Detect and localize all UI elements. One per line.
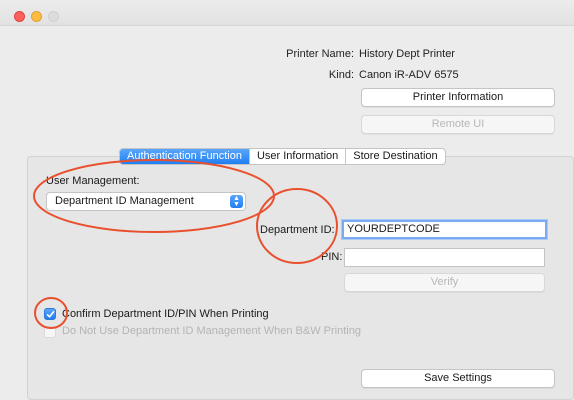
user-management-selected-value: Department ID Management xyxy=(55,195,194,207)
bw-printing-checkbox[interactable] xyxy=(44,326,56,338)
department-id-input[interactable]: YOURDEPTCODE xyxy=(342,220,547,239)
confirm-department-id-label: Confirm Department ID/PIN When Printing xyxy=(62,308,269,320)
checkmark-icon xyxy=(46,311,55,318)
printer-kind-label: Kind: xyxy=(328,69,354,81)
confirm-department-id-checkbox[interactable] xyxy=(44,308,56,320)
printer-name-label: Printer Name: xyxy=(286,48,354,60)
department-id-label: Department ID: xyxy=(260,224,335,236)
printer-kind-value: Canon iR-ADV 6575 xyxy=(359,69,459,81)
tab-bar: Authentication Function User Information… xyxy=(119,148,446,165)
printer-information-button[interactable]: Printer Information xyxy=(361,88,555,107)
tab-user-information[interactable]: User Information xyxy=(250,149,347,164)
user-management-label: User Management: xyxy=(46,175,140,187)
pin-input[interactable] xyxy=(344,248,545,267)
zoom-window-button[interactable] xyxy=(48,11,59,22)
close-window-button[interactable] xyxy=(14,11,25,22)
user-management-select[interactable]: Department ID Management ▲ ▼ xyxy=(46,192,246,211)
bw-printing-label: Do Not Use Department ID Management When… xyxy=(62,325,361,337)
title-bar xyxy=(0,0,574,26)
minimize-window-button[interactable] xyxy=(31,11,42,22)
tab-store-destination[interactable]: Store Destination xyxy=(346,149,444,164)
tab-authentication-function[interactable]: Authentication Function xyxy=(120,149,250,164)
pin-label: PIN: xyxy=(321,251,343,263)
printer-name-value: History Dept Printer xyxy=(359,48,455,60)
printer-settings-window: Printer Name: History Dept Printer Kind:… xyxy=(0,0,574,400)
save-settings-button[interactable]: Save Settings xyxy=(361,369,555,388)
chevron-up-down-icon: ▲ ▼ xyxy=(230,195,243,208)
verify-button[interactable]: Verify xyxy=(344,273,545,292)
remote-ui-button[interactable]: Remote UI xyxy=(361,115,555,134)
